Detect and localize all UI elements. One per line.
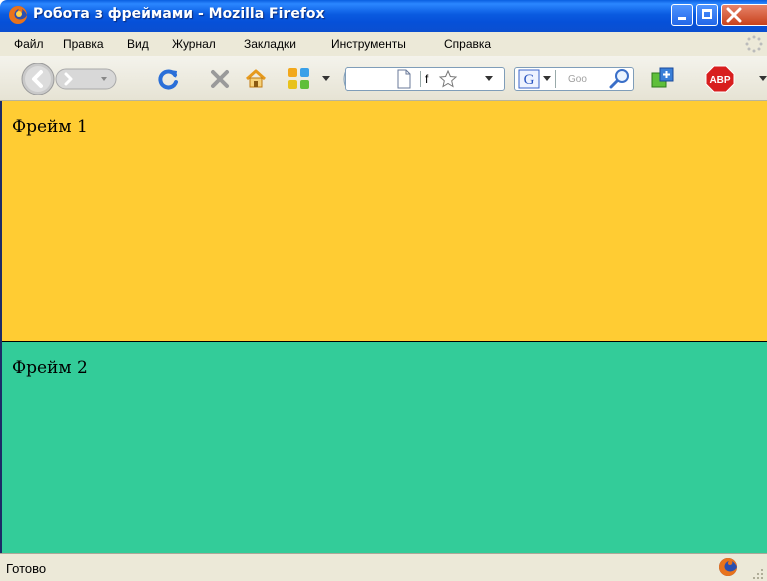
page-icon [397, 69, 411, 89]
throbber-icon [745, 35, 763, 53]
frame-1: Фрейм 1 [2, 101, 767, 342]
close-icon [726, 7, 742, 23]
menu-file[interactable]: Файл [14, 37, 44, 51]
url-dropdown-icon[interactable] [484, 73, 494, 83]
adblock-label: ABP [709, 75, 730, 86]
search-icon[interactable] [609, 68, 631, 90]
url-separator [420, 71, 421, 87]
content-area: Фрейм 1 Фрейм 2 [0, 101, 767, 553]
firefox-status-icon[interactable] [718, 557, 738, 577]
menu-bar: Файл Правка Вид Журнал Закладки Инструме… [0, 32, 767, 56]
menu-tools[interactable]: Инструменты [331, 37, 406, 51]
menu-help[interactable]: Справка [444, 37, 491, 51]
navigation-toolbar: f G Goo ABP [0, 56, 767, 101]
menu-view[interactable]: Вид [127, 37, 149, 51]
svg-text:G: G [524, 72, 535, 88]
resize-grip-icon[interactable] [752, 568, 764, 580]
history-dropdown-button[interactable] [96, 68, 118, 90]
menu-edit[interactable]: Правка [63, 37, 104, 51]
overflow-chevron-icon[interactable] [759, 74, 767, 82]
google-icon[interactable]: G [518, 69, 540, 89]
title-bar[interactable]: Робота з фреймами - Mozilla Firefox [0, 0, 767, 32]
adblock-icon[interactable]: ABP [705, 65, 735, 93]
menu-bookmarks[interactable]: Закладки [244, 37, 296, 51]
maximize-icon [702, 9, 712, 19]
speed-dial-icon[interactable] [287, 67, 311, 91]
search-separator [555, 70, 556, 88]
url-text: f [425, 72, 429, 86]
back-button[interactable] [20, 63, 54, 95]
addon-icon[interactable] [650, 65, 676, 91]
frame-2-label: Фрейм 2 [12, 358, 88, 378]
stop-icon[interactable] [210, 69, 230, 89]
home-icon[interactable] [245, 68, 267, 90]
chevron-down-icon[interactable] [321, 73, 331, 83]
status-text: Готово [6, 561, 47, 576]
window-title: Робота з фреймами - Mozilla Firefox [33, 6, 325, 22]
forward-button[interactable] [56, 68, 92, 90]
firefox-icon [9, 6, 27, 24]
close-button[interactable] [721, 4, 767, 26]
maximize-button[interactable] [696, 4, 718, 26]
menu-history[interactable]: Журнал [172, 37, 216, 51]
reload-icon[interactable] [158, 68, 180, 90]
status-bar: Готово [0, 553, 767, 581]
minimize-button[interactable] [671, 4, 693, 26]
minimize-icon [678, 17, 686, 20]
browser-window: Робота з фреймами - Mozilla Firefox Файл… [0, 0, 767, 581]
frame-2: Фрейм 2 [2, 342, 767, 553]
bookmark-star-icon[interactable] [438, 69, 458, 89]
search-engine-dropdown-icon[interactable] [543, 74, 551, 82]
search-placeholder: Goo [568, 74, 587, 85]
frame-1-label: Фрейм 1 [12, 117, 88, 137]
